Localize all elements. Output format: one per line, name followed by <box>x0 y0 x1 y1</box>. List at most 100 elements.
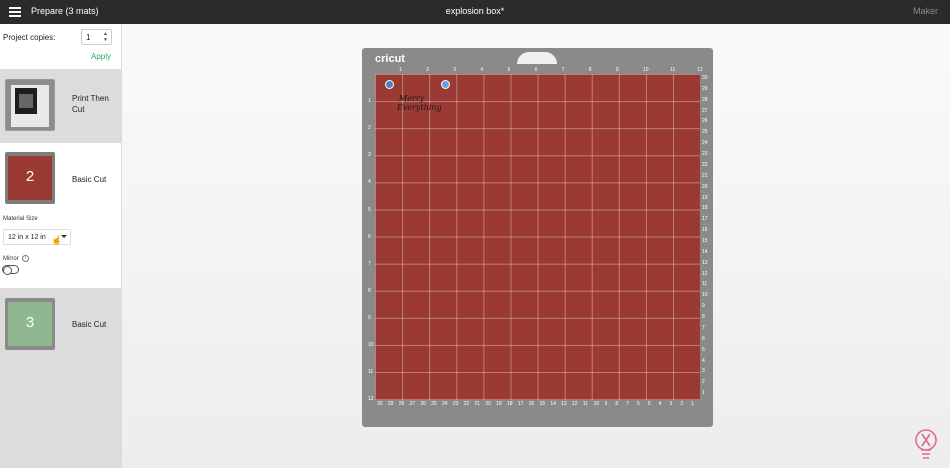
info-icon[interactable]: i <box>22 255 29 262</box>
ruler-right-tick: 2 <box>702 379 705 386</box>
ruler-right-tick: 4 <box>702 357 705 364</box>
ruler-right-tick: 24 <box>702 140 708 147</box>
ruler-bottom-tick: 7 <box>626 401 629 407</box>
ruler-right-tick: 30 <box>702 75 708 81</box>
ruler-top-tick: 2 <box>426 67 429 73</box>
mouse-cursor-icon: ☝ <box>51 235 63 245</box>
mat-row-3[interactable]: 3 Basic Cut <box>0 288 122 468</box>
ruler-right-tick: 26 <box>702 118 708 125</box>
ruler-left-tick: 9 <box>368 314 371 321</box>
ruler-left-tick: 12 <box>368 396 374 403</box>
ruler-bottom-tick: 11 <box>582 401 589 407</box>
ruler-top-tick: 8 <box>588 67 592 73</box>
ruler-top-tick: 9 <box>615 67 619 73</box>
mat-row-2[interactable]: 2 Basic Cut <box>0 143 122 213</box>
ruler-top-tick: 6 <box>534 67 538 73</box>
ruler-right-tick: 17 <box>702 216 708 223</box>
ruler-top-tick: 5 <box>507 67 511 73</box>
mat-row-print-then-cut[interactable]: Print Then Cut <box>0 69 122 143</box>
lightbulb-logo-icon <box>915 429 937 459</box>
ruler-bottom-tick: 21 <box>474 401 481 407</box>
ruler-top-tick: 3 <box>453 67 457 73</box>
ruler-left-tick: 6 <box>368 233 371 240</box>
copies-stepper-icon[interactable]: ▲ ▼ <box>102 31 109 43</box>
mat-sidebar: Project copies: 1 ▲ ▼ Apply Print Then Cu… <box>0 24 122 468</box>
ruler-right-tick: 5 <box>702 346 705 353</box>
ruler-right-tick: 14 <box>702 248 708 255</box>
mat-2-thumbnail[interactable]: 2 <box>5 152 55 204</box>
ruler-bottom-tick: 17 <box>517 401 524 407</box>
ruler-right-tick: 8 <box>702 314 705 321</box>
ruler-right-tick: 6 <box>702 335 705 342</box>
ruler-bottom-tick: 19 <box>496 401 502 407</box>
ruler-right-tick: 16 <box>702 227 708 234</box>
mat-number: 3 <box>25 314 35 331</box>
cricut-logo: cricut <box>375 53 405 65</box>
mat-grid: Merry Everything <box>375 74 700 400</box>
ruler-bottom-tick: 6 <box>637 401 640 407</box>
ruler-right-tick: 12 <box>702 270 708 277</box>
material-size-label: Material Size <box>3 216 38 222</box>
ruler-left-tick: 4 <box>368 179 371 186</box>
ruler-right-tick: 3 <box>702 368 705 375</box>
ruler-bottom-tick: 9 <box>604 401 608 407</box>
cutting-mat-preview: cricut Merry Everything 1 2 3 4 5 6 7 8 9 10 11 12 1… <box>362 48 713 427</box>
mat-label: Print Then Cut <box>72 94 109 114</box>
ruler-bottom-tick: 23 <box>452 401 459 407</box>
ruler-right-tick: 11 <box>702 281 708 288</box>
design-text-merry[interactable]: Merry <box>399 94 424 103</box>
ruler-bottom-tick: 8 <box>615 401 619 407</box>
ruler-right-tick: 25 <box>702 129 708 136</box>
ruler-top-tick: 11 <box>670 67 676 73</box>
ruler-right-tick: 13 <box>702 259 708 266</box>
ruler-right-tick: 20 <box>702 183 708 190</box>
print-then-cut-mat-thumbnail[interactable] <box>5 79 55 131</box>
ruler-right-tick: 22 <box>702 161 708 168</box>
ruler-right-tick: 10 <box>702 292 708 299</box>
ruler-top-tick: 10 <box>643 67 649 73</box>
selection-handle-icon[interactable] <box>385 80 394 89</box>
ruler-left-tick: 1 <box>368 98 371 105</box>
ruler-right-tick: 19 <box>702 194 708 201</box>
ruler-bottom-tick: 10 <box>593 401 600 407</box>
ruler-bottom-tick: 25 <box>431 401 437 407</box>
ruler-bottom-tick: 3 <box>669 401 673 407</box>
top-bar: Prepare (3 mats) explosion box* Maker <box>0 0 950 24</box>
project-copies-label: Project copies: <box>3 33 56 42</box>
project-copies-input[interactable]: 1 ▲ ▼ <box>81 29 112 45</box>
ruler-bottom-tick: 1 <box>691 401 694 407</box>
photo-image <box>15 88 37 114</box>
ruler-bottom-tick: 28 <box>398 401 405 407</box>
material-size-value: 12 in x 12 in <box>8 234 46 241</box>
rotate-handle-icon[interactable] <box>441 80 450 89</box>
ruler-right-tick: 27 <box>702 107 708 114</box>
ruler-bottom-tick: 22 <box>463 401 470 407</box>
design-text-everything[interactable]: Everything <box>397 103 442 112</box>
ruler-bottom-tick: 14 <box>550 401 556 407</box>
ruler-left-tick: 10 <box>368 342 374 348</box>
mirror-toggle[interactable] <box>2 265 19 275</box>
ruler-left-tick: 11 <box>368 369 374 376</box>
ruler-left-tick: 8 <box>368 287 371 294</box>
ruler-bottom-tick: 2 <box>680 401 684 407</box>
ruler-bottom-tick: 27 <box>409 401 416 407</box>
ruler-bottom-tick: 26 <box>420 401 426 407</box>
mat-label: Basic Cut <box>72 175 107 184</box>
ruler-right-tick: 7 <box>702 324 705 331</box>
mirror-label: Mirror <box>3 256 19 262</box>
ruler-right-tick: 21 <box>702 172 708 179</box>
project-copies-value: 1 <box>86 33 91 42</box>
document-title: explosion box* <box>445 6 505 16</box>
apply-button[interactable]: Apply <box>91 52 111 61</box>
ruler-right-tick: 28 <box>702 96 708 103</box>
ruler-bottom-tick: 16 <box>528 401 535 407</box>
ruler-bottom-tick: 4 <box>658 401 662 407</box>
mat-number: 2 <box>25 168 35 185</box>
mat-notch <box>517 52 557 64</box>
ruler-top-tick: 7 <box>561 67 565 73</box>
ruler-bottom-tick: 20 <box>485 401 491 407</box>
ruler-top-tick: 4 <box>480 67 484 73</box>
make-button[interactable]: Maker <box>913 6 938 16</box>
mat-3-thumbnail[interactable]: 3 <box>5 298 55 350</box>
ruler-bottom-tick: 15 <box>539 401 546 407</box>
